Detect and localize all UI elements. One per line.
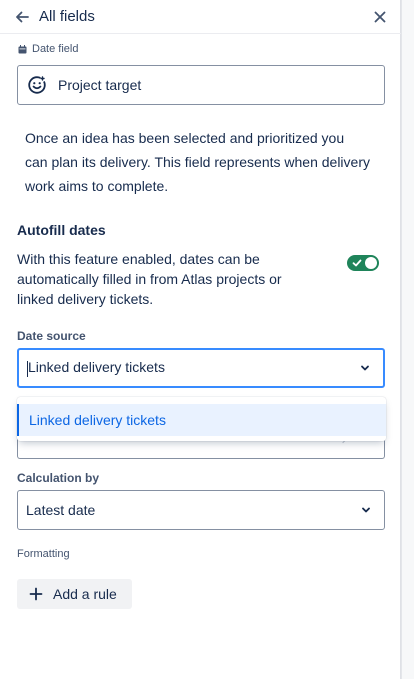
calendar-icon [18,44,27,53]
field-description: Once an idea has been selected and prior… [25,130,370,194]
date-source-dropdown: Linked delivery tickets [17,397,386,441]
close-icon [374,11,386,23]
autofill-toggle[interactable] [347,255,379,271]
toggle-knob [365,257,377,269]
chevron-down-icon [361,365,369,371]
emoji-picker-button[interactable] [26,74,48,96]
field-name-input[interactable]: Project target [17,65,385,105]
dropdown-option[interactable]: Linked delivery tickets [17,404,386,436]
arrow-left-icon [16,11,29,23]
add-rule-button[interactable]: Add a rule [17,579,132,609]
back-button[interactable] [12,7,32,27]
field-type-text: Date field [32,43,79,55]
field-settings-panel: All fields Date field Project target Onc… [0,0,401,679]
calculation-label: Calculation by [17,471,100,485]
scrollbar-track[interactable] [401,0,414,679]
smiley-icon [28,76,46,94]
panel-title: All fields [39,8,95,25]
field-name-text: Project target [58,77,142,93]
calculation-value: Latest date [26,502,96,518]
calculation-select[interactable]: Latest date [17,490,385,530]
autofill-title: Autofill dates [17,222,106,238]
panel-header: All fields [0,0,401,34]
close-button[interactable] [370,7,390,27]
check-icon [352,259,362,267]
date-source-value: Linked delivery tickets [27,359,165,377]
add-rule-label: Add a rule [53,586,117,602]
date-source-label: Date source [17,329,86,343]
date-source-select[interactable]: Linked delivery tickets [17,348,385,388]
plus-icon [29,587,43,601]
formatting-label: Formatting [17,548,70,560]
field-type-label: Date field [18,42,78,56]
chevron-down-icon [362,507,370,513]
autofill-description: With this feature enabled, dates can be … [17,251,282,307]
